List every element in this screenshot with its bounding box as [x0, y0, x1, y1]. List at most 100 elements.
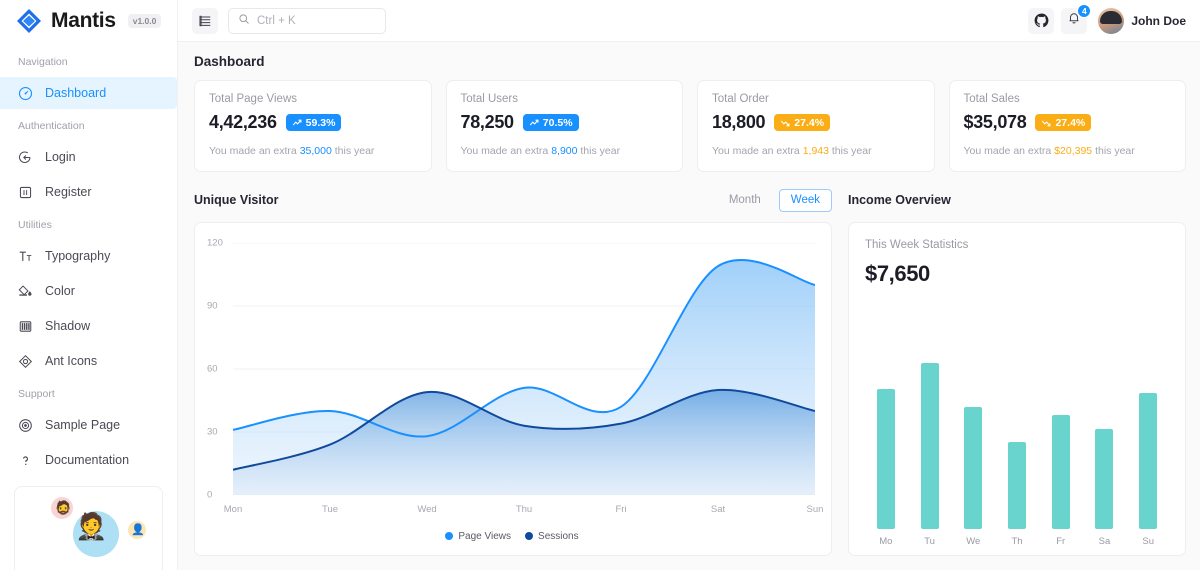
legend-item-page-views[interactable]: Page Views: [445, 531, 511, 542]
legend-label: Sessions: [538, 530, 579, 542]
menu-unfold-icon[interactable]: [192, 7, 218, 34]
toggle-week[interactable]: Week: [778, 188, 832, 212]
legend-label: Page Views: [458, 530, 512, 542]
period-toggle: Month Week: [717, 188, 832, 212]
search-input[interactable]: Ctrl + K: [228, 7, 386, 34]
github-icon[interactable]: [1028, 7, 1055, 34]
bar-column: Fr: [1044, 301, 1078, 547]
promo-card[interactable]: 🤵 🧔 👤: [14, 486, 163, 570]
stat-foot-post: this year: [577, 145, 621, 157]
bar[interactable]: [920, 362, 939, 529]
stat-value: 18,800: [712, 112, 766, 132]
color-icon: [18, 284, 33, 299]
legend-dot: [445, 532, 454, 540]
stat-foot-amount: 8,900: [551, 145, 578, 157]
bar[interactable]: [1051, 415, 1070, 529]
stat-footnote: You made an extra 8,900 this year: [461, 145, 669, 157]
area-chart: 0 30 60 90 120 Mon Tue Wed Thu Fri Sat Sun: [203, 235, 824, 525]
bar-label: Sa: [1098, 536, 1111, 547]
shadow-icon: [18, 319, 33, 334]
sidebar-item-dashboard[interactable]: Dashboard: [0, 77, 177, 109]
search-placeholder: Ctrl + K: [257, 14, 296, 27]
area-chart-plot: [232, 242, 816, 496]
stat-card-total-page-views: Total Page Views 4,42,236 59.3% You made…: [194, 80, 432, 172]
dashboard-icon: [18, 86, 33, 101]
nav-caption-utilities: Utilities: [18, 219, 52, 231]
nav-caption-support: Support: [18, 388, 55, 400]
stat-foot-amount: 1,943: [802, 145, 829, 157]
question-circle-icon: [18, 453, 33, 468]
status-badge: 27.4%: [774, 114, 831, 131]
income-overview-section: Income Overview This Week Statistics $7,…: [848, 188, 1186, 556]
trend-down-icon: [1042, 120, 1051, 126]
bar-column: Mo: [869, 301, 903, 547]
stat-value: $35,078: [963, 112, 1027, 132]
stat-percent: 27.4%: [1055, 116, 1086, 129]
notification-bell-button[interactable]: 4: [1061, 3, 1092, 34]
section-title-unique-visitor: Unique Visitor: [194, 193, 279, 207]
sidebar-item-shadow[interactable]: Shadow: [0, 310, 177, 342]
sidebar-item-label: Sample Page: [45, 418, 121, 432]
sidebar-item-login[interactable]: Login: [0, 141, 177, 173]
bar-label: Th: [1011, 536, 1023, 547]
stat-foot-pre: You made an extra: [209, 145, 300, 157]
bar[interactable]: [964, 406, 983, 529]
section-title-income-overview: Income Overview: [848, 193, 951, 207]
stat-card-total-order: Total Order 18,800 27.4% You made an ext…: [697, 80, 935, 172]
bar-column: Th: [1000, 301, 1034, 547]
sidebar-item-label: Register: [45, 185, 92, 199]
stat-footnote: You made an extra 1,943 this year: [712, 145, 920, 157]
nav-caption-navigation: Navigation: [18, 56, 68, 68]
stat-foot-amount: 35,000: [299, 145, 332, 157]
bar[interactable]: [1008, 441, 1027, 529]
stat-percent: 27.4%: [794, 116, 825, 129]
user-menu[interactable]: John Doe: [1094, 7, 1186, 34]
sidebar-nav: Navigation Dashboard Authentication Logi…: [0, 42, 177, 570]
bar[interactable]: [1139, 392, 1158, 529]
x-axis-tick: Sat: [710, 504, 726, 515]
income-bar-chart: Mo Tu We Th Fr Sa Su: [865, 301, 1169, 547]
x-axis-tick: Thu: [515, 504, 533, 515]
brand-logo[interactable]: Mantis v1.0.0: [0, 0, 177, 42]
stats-row: Total Page Views 4,42,236 59.3% You made…: [194, 80, 1186, 172]
income-stat-value: $7,650: [865, 261, 930, 286]
stat-foot-pre: You made an extra: [712, 145, 803, 157]
bar-column: Tu: [913, 301, 947, 547]
sidebar-item-label: Dashboard: [45, 86, 107, 100]
register-icon: [18, 185, 33, 200]
bar-label: We: [966, 536, 981, 547]
page-title: Dashboard: [194, 54, 265, 69]
notification-badge: 4: [1077, 3, 1092, 18]
bar[interactable]: [876, 389, 895, 529]
stat-foot-pre: You made an extra: [963, 145, 1055, 157]
sidebar-item-register[interactable]: Register: [0, 176, 177, 208]
legend-item-sessions[interactable]: Sessions: [525, 531, 579, 542]
bar-column: Sa: [1088, 301, 1122, 547]
promo-face-small-1-icon: 🧔: [55, 500, 72, 515]
sidebar-item-label: Login: [45, 150, 76, 164]
stat-percent: 70.5%: [542, 116, 573, 129]
sidebar-item-color[interactable]: Color: [0, 275, 177, 307]
sidebar-item-ant-icons[interactable]: Ant Icons: [0, 345, 177, 377]
sidebar-item-documentation[interactable]: Documentation: [0, 444, 177, 476]
user-name: John Doe: [1131, 13, 1186, 28]
toggle-month[interactable]: Month: [717, 189, 773, 212]
status-badge: 70.5%: [522, 114, 579, 131]
x-axis-tick: Sun: [806, 504, 824, 515]
unique-visitor-chart-panel: 0 30 60 90 120 Mon Tue Wed Thu Fri Sat Sun Page Vi…: [194, 222, 832, 556]
trend-up-icon: [292, 119, 302, 125]
stat-footnote: You made an extra $20,395 this year: [964, 145, 1172, 157]
sidebar-item-typography[interactable]: Typography: [0, 240, 177, 272]
stat-foot-post: this year: [331, 145, 375, 157]
y-axis-tick: 120: [207, 237, 223, 249]
sidebar-item-sample-page[interactable]: Sample Page: [0, 409, 177, 441]
bar[interactable]: [1095, 429, 1114, 529]
y-axis-tick: 60: [207, 363, 218, 375]
stat-label: Total Users: [460, 93, 519, 105]
app-root: Mantis v1.0.0 Navigation Dashboard Authe…: [0, 0, 1200, 570]
bar-label: Tu: [924, 536, 935, 547]
x-axis-tick: Wed: [417, 504, 437, 515]
income-stat-label: This Week Statistics: [865, 239, 969, 251]
bar-column: We: [956, 301, 990, 547]
status-badge: 59.3%: [285, 114, 342, 131]
